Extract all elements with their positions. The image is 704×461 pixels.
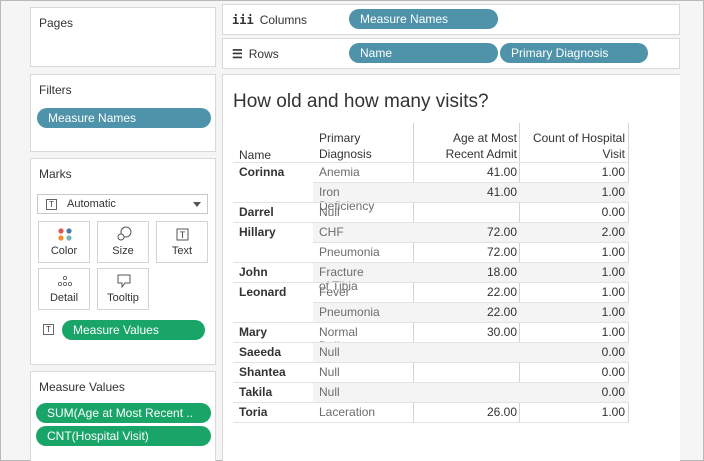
size-button[interactable]: Size — [97, 221, 149, 263]
row-divider — [233, 362, 629, 363]
rows-label-text: Rows — [248, 47, 279, 61]
cell-name[interactable]: Corinna — [239, 165, 284, 179]
row-divider — [313, 242, 629, 243]
cell-age[interactable]: 26.00 — [414, 405, 517, 419]
cell-count[interactable]: 1.00 — [519, 185, 625, 199]
columns-icon: iii — [232, 13, 254, 27]
row-divider — [233, 282, 629, 283]
rows-pill-primary-diagnosis[interactable]: Primary Diagnosis — [500, 43, 648, 63]
tableau-workspace: Pages Filters Measure Names Marks T Auto… — [0, 0, 704, 461]
cell-age[interactable]: 22.00 — [414, 285, 517, 299]
filters-title: Filters — [39, 83, 72, 97]
cell-name[interactable]: Mary — [239, 325, 267, 339]
row-divider — [233, 402, 629, 403]
text-label: Text — [171, 245, 193, 257]
cell-age[interactable]: 72.00 — [414, 245, 517, 259]
cell-age[interactable]: 22.00 — [414, 305, 517, 319]
pages-card[interactable]: Pages — [30, 7, 216, 67]
cell-count[interactable]: 0.00 — [519, 205, 625, 219]
cell-diagnosis[interactable]: Null — [319, 345, 340, 359]
sheet-title: How old and how many visits? — [233, 91, 489, 112]
columns-label-text: Columns — [259, 13, 308, 27]
text-icon: T — [157, 226, 207, 242]
detail-label: Detail — [49, 292, 79, 304]
cell-diagnosis[interactable]: Anemia — [319, 165, 360, 179]
cell-name[interactable]: John — [239, 265, 268, 279]
cell-count[interactable]: 1.00 — [519, 245, 625, 259]
filters-card[interactable]: Filters Measure Names — [30, 74, 216, 152]
marks-measure-values-pill[interactable]: Measure Values — [62, 320, 205, 340]
cell-name[interactable]: Saeeda — [239, 345, 281, 359]
rows-pill-name[interactable]: Name — [349, 43, 498, 63]
columns-pill-measure-names[interactable]: Measure Names — [349, 9, 498, 29]
size-label: Size — [112, 245, 134, 257]
cell-name[interactable]: Toria — [239, 405, 267, 419]
filter-pill-measure-names[interactable]: Measure Names — [37, 108, 211, 128]
cell-diagnosis[interactable]: Pneumonia — [319, 305, 380, 319]
cell-name[interactable]: Takila — [239, 385, 272, 399]
cell-count[interactable]: 2.00 — [519, 225, 625, 239]
cell-diagnosis[interactable]: Null — [319, 365, 340, 379]
svg-text:T: T — [180, 231, 186, 241]
text-mark-icon: T — [46, 199, 57, 210]
cell-count[interactable]: 1.00 — [519, 265, 625, 279]
rows-shelf-label: ☰ Rows — [232, 39, 279, 69]
header-primary-diagnosis: Primary Diagnosis — [319, 131, 372, 161]
color-button[interactable]: Color — [38, 221, 90, 263]
cell-count[interactable]: 1.00 — [519, 165, 625, 179]
cell-count[interactable]: 0.00 — [519, 365, 625, 379]
row-divider — [233, 422, 629, 423]
tooltip-button[interactable]: Tooltip — [97, 268, 149, 310]
text-encoding-icon: T — [43, 324, 54, 335]
cell-name[interactable]: Shantea — [239, 365, 286, 379]
cell-diagnosis[interactable]: Pneumonia — [319, 245, 380, 259]
cell-diagnosis[interactable]: Fever — [319, 285, 350, 299]
cell-count[interactable]: 0.00 — [519, 345, 625, 359]
detail-icon — [39, 273, 89, 289]
header-name: Name — [239, 148, 272, 162]
measure-values-title: Measure Values — [39, 380, 125, 394]
measure-value-pill-age[interactable]: SUM(Age at Most Recent .. — [36, 403, 211, 423]
tooltip-icon — [98, 273, 148, 289]
tooltip-label: Tooltip — [107, 292, 139, 304]
row-divider — [233, 162, 629, 163]
cell-age[interactable]: 41.00 — [414, 165, 517, 179]
cell-name[interactable]: Leonard — [239, 285, 286, 299]
chevron-down-icon — [193, 202, 201, 207]
cell-age[interactable]: 18.00 — [414, 265, 517, 279]
row-divider — [233, 202, 629, 203]
cell-count[interactable]: 1.00 — [519, 305, 625, 319]
measure-value-pill-count[interactable]: CNT(Hospital Visit) — [36, 426, 211, 446]
cell-age[interactable]: 41.00 — [414, 185, 517, 199]
rows-icon: ☰ — [232, 47, 243, 61]
cell-name[interactable]: Darrel — [239, 205, 274, 219]
columns-shelf-label: iii Columns — [232, 5, 307, 35]
color-label: Color — [50, 245, 78, 257]
text-button[interactable]: T Text — [156, 221, 208, 263]
pages-title: Pages — [39, 16, 74, 30]
header-count: Count of Hospital Visit — [532, 131, 625, 161]
cell-age[interactable]: 72.00 — [414, 225, 517, 239]
header-age: Age at Most Recent Admit — [445, 131, 517, 161]
cell-count[interactable]: 0.00 — [519, 385, 625, 399]
row-divider — [233, 322, 629, 323]
cell-diagnosis[interactable]: Null — [319, 205, 340, 219]
mark-type-value: Automatic — [67, 198, 116, 210]
cell-diagnosis[interactable]: Laceration — [319, 405, 375, 419]
cell-name[interactable]: Hillary — [239, 225, 276, 239]
mark-type-dropdown[interactable]: T Automatic — [37, 194, 208, 214]
detail-button[interactable]: Detail — [38, 268, 90, 310]
cell-diagnosis[interactable]: CHF — [319, 225, 344, 239]
size-icon — [98, 226, 148, 242]
cell-diagnosis[interactable]: Null — [319, 385, 340, 399]
worksheet-view[interactable]: How old and how many visits? Name Primar… — [222, 74, 680, 461]
cell-count[interactable]: 1.00 — [519, 405, 625, 419]
cell-count[interactable]: 1.00 — [519, 325, 625, 339]
marks-title: Marks — [39, 167, 72, 181]
cell-count[interactable]: 1.00 — [519, 285, 625, 299]
cell-age[interactable]: 30.00 — [414, 325, 517, 339]
color-icon — [39, 226, 89, 242]
